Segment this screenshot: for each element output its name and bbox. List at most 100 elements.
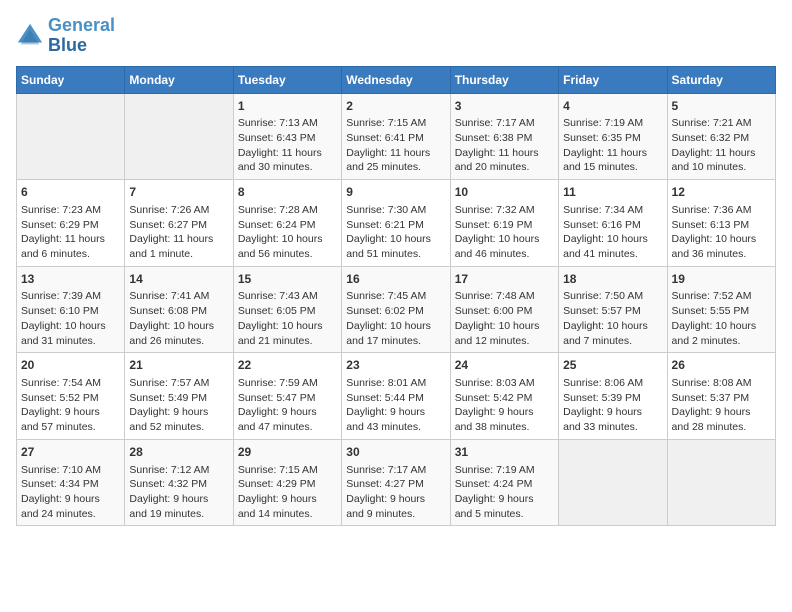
day-number: 30 — [346, 444, 445, 461]
calendar-cell: 5Sunrise: 7:21 AM Sunset: 6:32 PM Daylig… — [667, 93, 775, 180]
calendar-cell: 12Sunrise: 7:36 AM Sunset: 6:13 PM Dayli… — [667, 180, 775, 267]
calendar-week-row: 27 Sunrise: 7:10 AM Sunset: 4:34 PM Dayli… — [17, 439, 776, 526]
weekday-header: Sunday — [17, 66, 125, 93]
calendar-week-row: 6 Sunrise: 7:23 AM Sunset: 6:29 PM Daylig… — [17, 180, 776, 267]
calendar-cell — [17, 93, 125, 180]
day-number: 23 — [346, 357, 445, 374]
day-info: Sunrise: 7:10 AM Sunset: 4:34 PM Dayligh… — [21, 463, 120, 522]
day-info: Sunrise: 7:17 AM Sunset: 4:27 PM Dayligh… — [346, 463, 445, 522]
calendar-cell: 24 Sunrise: 8:03 AM Sunset: 5:42 PM Dayli… — [450, 353, 558, 440]
calendar-cell: 1Sunrise: 7:13 AM Sunset: 6:43 PM Daylig… — [233, 93, 341, 180]
weekday-header: Tuesday — [233, 66, 341, 93]
day-number: 24 — [455, 357, 554, 374]
calendar-cell: 3Sunrise: 7:17 AM Sunset: 6:38 PM Daylig… — [450, 93, 558, 180]
calendar-cell: 17Sunrise: 7:48 AM Sunset: 6:00 PM Dayli… — [450, 266, 558, 353]
day-number: 9 — [346, 184, 445, 201]
day-number: 21 — [129, 357, 228, 374]
day-info: Sunrise: 7:26 AM Sunset: 6:27 PM Dayligh… — [129, 203, 228, 262]
calendar-cell: 7 Sunrise: 7:26 AM Sunset: 6:27 PM Daylig… — [125, 180, 233, 267]
day-info: Sunrise: 8:03 AM Sunset: 5:42 PM Dayligh… — [455, 376, 554, 435]
day-info: Sunrise: 7:28 AM Sunset: 6:24 PM Dayligh… — [238, 203, 337, 262]
day-info: Sunrise: 7:21 AM Sunset: 6:32 PM Dayligh… — [672, 116, 771, 175]
calendar-week-row: 13Sunrise: 7:39 AM Sunset: 6:10 PM Dayli… — [17, 266, 776, 353]
calendar-cell: 10 Sunrise: 7:32 AM Sunset: 6:19 PM Dayli… — [450, 180, 558, 267]
day-info: Sunrise: 7:17 AM Sunset: 6:38 PM Dayligh… — [455, 116, 554, 175]
day-info: Sunrise: 8:06 AM Sunset: 5:39 PM Dayligh… — [563, 376, 662, 435]
calendar-cell: 27 Sunrise: 7:10 AM Sunset: 4:34 PM Dayli… — [17, 439, 125, 526]
calendar-cell: 16Sunrise: 7:45 AM Sunset: 6:02 PM Dayli… — [342, 266, 450, 353]
logo: General Blue — [16, 16, 115, 56]
logo-icon — [16, 22, 44, 50]
weekday-header: Saturday — [667, 66, 775, 93]
calendar-cell: 4Sunrise: 7:19 AM Sunset: 6:35 PM Daylig… — [559, 93, 667, 180]
day-number: 19 — [672, 271, 771, 288]
page-header: General Blue — [16, 16, 776, 56]
weekday-header: Friday — [559, 66, 667, 93]
day-info: Sunrise: 7:59 AM Sunset: 5:47 PM Dayligh… — [238, 376, 337, 435]
day-number: 15 — [238, 271, 337, 288]
calendar-cell: 25 Sunrise: 8:06 AM Sunset: 5:39 PM Dayli… — [559, 353, 667, 440]
logo-text: General Blue — [48, 16, 115, 56]
day-info: Sunrise: 7:32 AM Sunset: 6:19 PM Dayligh… — [455, 203, 554, 262]
day-info: Sunrise: 7:50 AM Sunset: 5:57 PM Dayligh… — [563, 289, 662, 348]
calendar-cell: 6 Sunrise: 7:23 AM Sunset: 6:29 PM Daylig… — [17, 180, 125, 267]
calendar-table: SundayMondayTuesdayWednesdayThursdayFrid… — [16, 66, 776, 527]
day-info: Sunrise: 7:12 AM Sunset: 4:32 PM Dayligh… — [129, 463, 228, 522]
day-number: 10 — [455, 184, 554, 201]
day-info: Sunrise: 7:39 AM Sunset: 6:10 PM Dayligh… — [21, 289, 120, 348]
day-info: Sunrise: 7:57 AM Sunset: 5:49 PM Dayligh… — [129, 376, 228, 435]
day-info: Sunrise: 7:19 AM Sunset: 4:24 PM Dayligh… — [455, 463, 554, 522]
calendar-cell — [667, 439, 775, 526]
day-number: 8 — [238, 184, 337, 201]
day-number: 4 — [563, 98, 662, 115]
calendar-week-row: 20Sunrise: 7:54 AM Sunset: 5:52 PM Dayli… — [17, 353, 776, 440]
calendar-cell — [125, 93, 233, 180]
weekday-header: Thursday — [450, 66, 558, 93]
day-number: 26 — [672, 357, 771, 374]
day-number: 27 — [21, 444, 120, 461]
calendar-cell — [559, 439, 667, 526]
calendar-cell: 21 Sunrise: 7:57 AM Sunset: 5:49 PM Dayli… — [125, 353, 233, 440]
day-info: Sunrise: 7:30 AM Sunset: 6:21 PM Dayligh… — [346, 203, 445, 262]
day-number: 1 — [238, 98, 337, 115]
day-number: 16 — [346, 271, 445, 288]
calendar-body: 1Sunrise: 7:13 AM Sunset: 6:43 PM Daylig… — [17, 93, 776, 526]
day-number: 11 — [563, 184, 662, 201]
calendar-cell: 31Sunrise: 7:19 AM Sunset: 4:24 PM Dayli… — [450, 439, 558, 526]
day-number: 5 — [672, 98, 771, 115]
day-info: Sunrise: 7:36 AM Sunset: 6:13 PM Dayligh… — [672, 203, 771, 262]
weekday-header: Monday — [125, 66, 233, 93]
day-number: 18 — [563, 271, 662, 288]
day-info: Sunrise: 8:01 AM Sunset: 5:44 PM Dayligh… — [346, 376, 445, 435]
day-info: Sunrise: 8:08 AM Sunset: 5:37 PM Dayligh… — [672, 376, 771, 435]
day-number: 25 — [563, 357, 662, 374]
day-info: Sunrise: 7:13 AM Sunset: 6:43 PM Dayligh… — [238, 116, 337, 175]
calendar-cell: 23 Sunrise: 8:01 AM Sunset: 5:44 PM Dayli… — [342, 353, 450, 440]
day-number: 3 — [455, 98, 554, 115]
calendar-cell: 9 Sunrise: 7:30 AM Sunset: 6:21 PM Daylig… — [342, 180, 450, 267]
day-number: 6 — [21, 184, 120, 201]
day-info: Sunrise: 7:48 AM Sunset: 6:00 PM Dayligh… — [455, 289, 554, 348]
header-row: SundayMondayTuesdayWednesdayThursdayFrid… — [17, 66, 776, 93]
calendar-cell: 26 Sunrise: 8:08 AM Sunset: 5:37 PM Dayli… — [667, 353, 775, 440]
calendar-cell: 2Sunrise: 7:15 AM Sunset: 6:41 PM Daylig… — [342, 93, 450, 180]
day-number: 2 — [346, 98, 445, 115]
calendar-cell: 20Sunrise: 7:54 AM Sunset: 5:52 PM Dayli… — [17, 353, 125, 440]
calendar-cell: 18Sunrise: 7:50 AM Sunset: 5:57 PM Dayli… — [559, 266, 667, 353]
calendar-week-row: 1Sunrise: 7:13 AM Sunset: 6:43 PM Daylig… — [17, 93, 776, 180]
calendar-cell: 13Sunrise: 7:39 AM Sunset: 6:10 PM Dayli… — [17, 266, 125, 353]
day-info: Sunrise: 7:43 AM Sunset: 6:05 PM Dayligh… — [238, 289, 337, 348]
calendar-cell: 8 Sunrise: 7:28 AM Sunset: 6:24 PM Daylig… — [233, 180, 341, 267]
day-info: Sunrise: 7:23 AM Sunset: 6:29 PM Dayligh… — [21, 203, 120, 262]
day-number: 22 — [238, 357, 337, 374]
day-number: 29 — [238, 444, 337, 461]
calendar-header: SundayMondayTuesdayWednesdayThursdayFrid… — [17, 66, 776, 93]
calendar-cell: 11Sunrise: 7:34 AM Sunset: 6:16 PM Dayli… — [559, 180, 667, 267]
day-info: Sunrise: 7:45 AM Sunset: 6:02 PM Dayligh… — [346, 289, 445, 348]
calendar-cell: 15Sunrise: 7:43 AM Sunset: 6:05 PM Dayli… — [233, 266, 341, 353]
day-info: Sunrise: 7:52 AM Sunset: 5:55 PM Dayligh… — [672, 289, 771, 348]
day-number: 7 — [129, 184, 228, 201]
day-number: 17 — [455, 271, 554, 288]
weekday-header: Wednesday — [342, 66, 450, 93]
calendar-cell: 14Sunrise: 7:41 AM Sunset: 6:08 PM Dayli… — [125, 266, 233, 353]
